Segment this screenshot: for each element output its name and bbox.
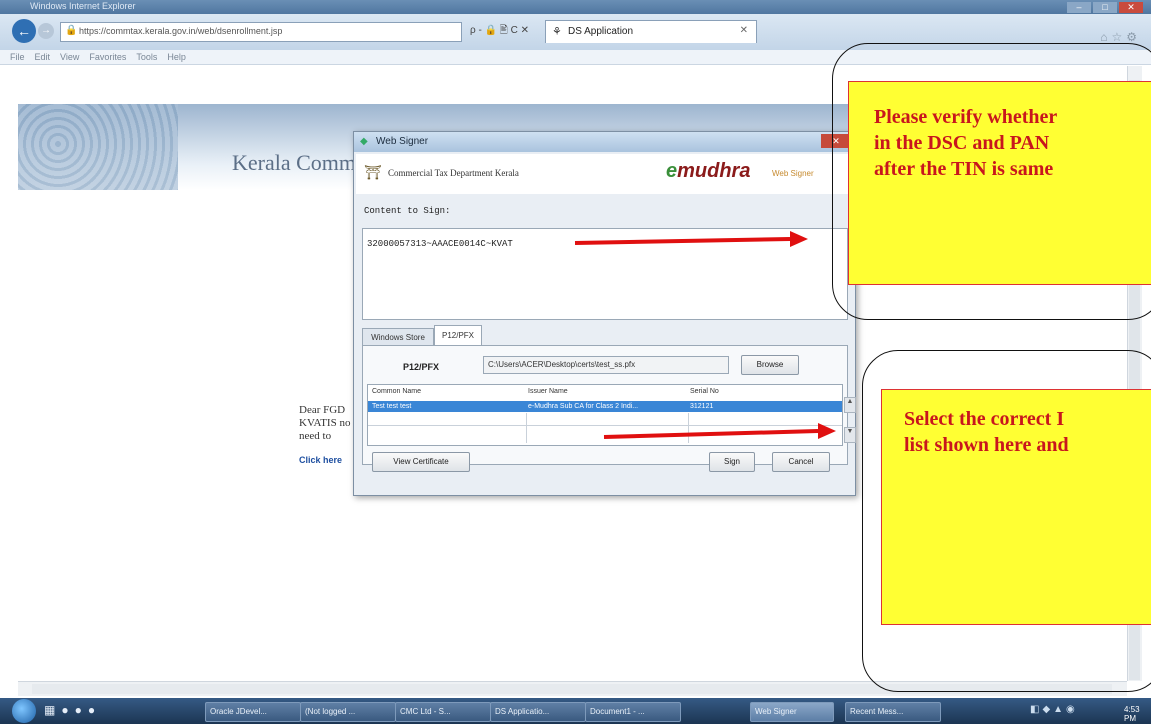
taskbar-item[interactable]: Recent Mess...: [845, 702, 941, 722]
taskbar-item[interactable]: (Not logged ...: [300, 702, 396, 722]
taskbar-clock: 4:53 PM: [1124, 705, 1140, 723]
arrow-to-list-line: [603, 429, 819, 439]
arrow-to-content-head: [790, 231, 808, 247]
taskbar-item[interactable]: Document1 - ...: [585, 702, 681, 722]
taskbar-item[interactable]: CMC Ltd - S...: [395, 702, 491, 722]
taskbar-item[interactable]: Web Signer: [750, 702, 834, 722]
annotation-arrows: [574, 231, 836, 439]
arrow-to-list-head: [818, 423, 836, 439]
start-button[interactable]: [12, 699, 36, 723]
taskbar-item[interactable]: DS Applicatio...: [490, 702, 586, 722]
quick-launch-icons[interactable]: ▦●●●: [44, 703, 101, 717]
windows-taskbar: ▦●●● Oracle JDevel... (Not logged ... CM…: [0, 698, 1151, 724]
system-tray-icons[interactable]: ◧◆▲◉: [1030, 704, 1078, 715]
taskbar-item[interactable]: Oracle JDevel...: [205, 702, 301, 722]
arrow-to-content-line: [574, 237, 791, 245]
